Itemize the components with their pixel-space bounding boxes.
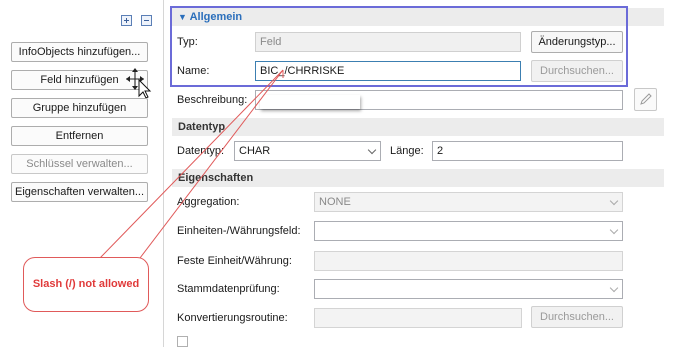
option-checkbox[interactable] xyxy=(177,336,188,347)
expand-all-icon[interactable] xyxy=(121,15,132,26)
eigenschaften-header: Eigenschaften xyxy=(172,169,664,187)
chevron-down-icon xyxy=(609,225,619,235)
manage-keys-button[interactable]: Schlüssel verwalten... xyxy=(11,154,148,174)
chevron-down-icon xyxy=(609,196,619,206)
konvertierung-label: Konvertierungsroutine: xyxy=(177,312,288,324)
stammdaten-label: Stammdatenprüfung: xyxy=(177,283,280,295)
laenge-field[interactable]: 2 xyxy=(432,141,623,161)
add-infoobjects-button[interactable]: InfoObjects hinzufügen... xyxy=(11,42,148,62)
add-group-button[interactable]: Gruppe hinzufügen xyxy=(11,98,148,118)
hover-tooltip xyxy=(260,95,360,109)
konvertierung-field xyxy=(314,308,522,328)
laenge-label: Länge: xyxy=(390,145,424,157)
annotation-callout: Slash (/) not allowed xyxy=(23,257,149,312)
aggregation-label: Aggregation: xyxy=(177,196,240,208)
annotation-text: Slash (/) not allowed xyxy=(32,278,140,290)
einheiten-label: Einheiten-/Währungsfeld: xyxy=(177,225,301,237)
collapse-all-icon[interactable] xyxy=(141,15,152,26)
chevron-down-icon xyxy=(367,145,377,155)
aggregation-select[interactable]: NONE xyxy=(314,192,623,212)
feste-label: Feste Einheit/Währung: xyxy=(177,255,292,267)
remove-button[interactable]: Entfernen xyxy=(11,126,148,146)
datentyp-select[interactable]: CHAR xyxy=(234,141,381,161)
allgemein-highlight xyxy=(170,6,628,87)
feste-field xyxy=(314,251,623,271)
einheiten-select[interactable] xyxy=(314,221,623,241)
chevron-down-icon xyxy=(609,283,619,293)
stammdaten-select[interactable] xyxy=(314,279,623,299)
datentyp-label: Datentyp: xyxy=(177,145,225,157)
konvertierung-browse-button[interactable]: Durchsuchen... xyxy=(531,306,623,328)
edit-description-button[interactable] xyxy=(634,88,657,111)
datentyp-header: Datentyp xyxy=(172,118,664,136)
edit-pencil-icon xyxy=(640,93,652,105)
move-cursor-icon xyxy=(126,68,152,98)
beschreibung-label: Beschreibung: xyxy=(177,94,248,106)
manage-properties-button[interactable]: Eigenschaften verwalten... xyxy=(11,182,148,202)
